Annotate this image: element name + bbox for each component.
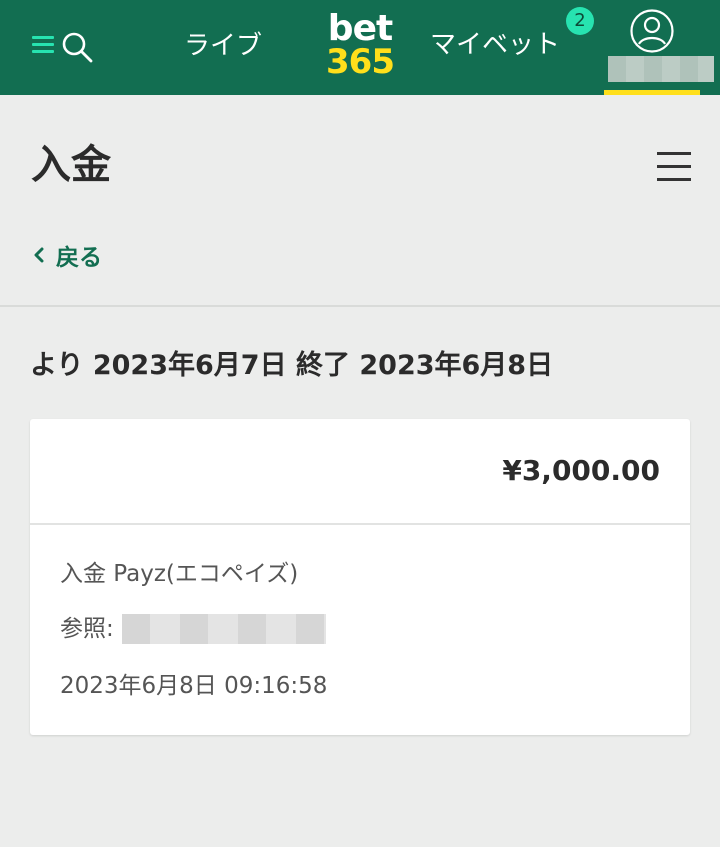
chevron-left-icon [34,247,44,263]
back-label: 戻る [56,245,102,271]
transaction-card: ¥3,000.00 入金 Payz(エコペイズ) 参照: 2023年6月8日 0… [30,419,690,735]
transaction-method: 入金 Payz(エコペイズ) [60,561,299,587]
reference-value-redacted [121,614,326,644]
nav-my-bets[interactable]: マイベット [430,27,564,63]
account-icon[interactable] [629,8,675,54]
menu-icon[interactable] [32,36,54,54]
logo-bet-text: bet [327,8,393,49]
transaction-reference: 参照: [60,612,326,646]
back-link[interactable]: 戻る [30,238,102,272]
transaction-datetime: 2023年6月8日 09:16:58 [60,673,328,699]
logo-number-text: 365 [326,42,395,82]
bet365-logo[interactable]: bet 365 [322,8,398,82]
active-account-indicator [604,90,700,95]
reference-label: 参照: [60,616,114,642]
top-nav-bar: ライブ bet 365 マイベット 2 [0,0,720,95]
hamburger-icon[interactable] [657,152,691,182]
page-title: 入金 [31,142,111,188]
section-divider [0,305,720,307]
search-icon[interactable] [60,30,94,64]
account-name-redacted [608,56,714,82]
transaction-amount-row: ¥3,000.00 [30,419,690,525]
transaction-amount: ¥3,000.00 [502,454,660,487]
nav-live[interactable]: ライブ [184,28,266,64]
date-range-heading: より 2023年6月7日 終了 2023年6月8日 [30,350,554,381]
my-bets-count-badge: 2 [566,7,594,35]
